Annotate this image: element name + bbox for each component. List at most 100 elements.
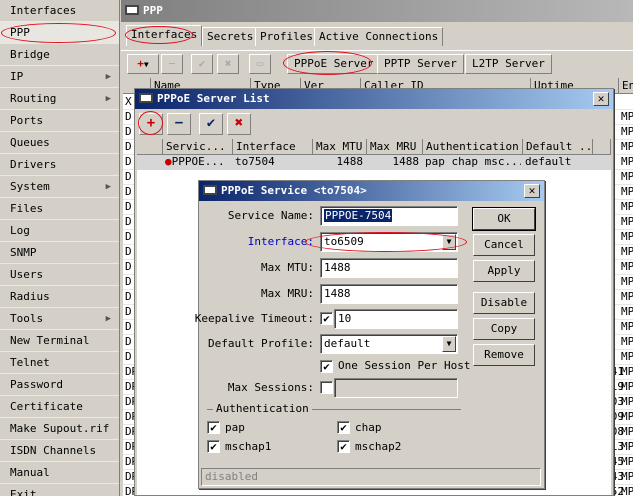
row-en: MP [621, 260, 633, 273]
pap-checkbox[interactable]: ✔ [207, 421, 220, 434]
max-mru-cell: 1488 [392, 155, 420, 168]
row-en: MP [621, 155, 633, 168]
keepalive-checkbox[interactable]: ✔ [320, 312, 333, 325]
sidebar-item-users[interactable]: Users [0, 264, 119, 286]
table-header: Servic... Interface Max MTU Max MRU Auth… [137, 139, 611, 155]
chap-checkbox[interactable]: ✔ [337, 421, 350, 434]
add-button[interactable]: +▼ [127, 54, 159, 74]
column-header-authentication[interactable]: Authentication [423, 139, 523, 155]
row-flag: D [125, 245, 132, 258]
ppp-titlebar[interactable]: PPP [121, 0, 633, 22]
max-sessions-checkbox[interactable] [320, 381, 333, 394]
sidebar-item-ppp[interactable]: PPP [0, 22, 119, 44]
column-header-max-mru[interactable]: Max MRU [367, 139, 423, 155]
sidebar-item-new-terminal[interactable]: New Terminal [0, 330, 119, 352]
remove-server-button[interactable]: − [167, 113, 191, 135]
copy-button[interactable]: Copy [473, 318, 535, 340]
enable-button[interactable]: ✔ [191, 54, 213, 74]
ok-button[interactable]: OK [472, 207, 536, 231]
close-button[interactable]: ✕ [524, 184, 540, 198]
sidebar-item-certificate[interactable]: Certificate [0, 396, 119, 418]
sidebar-item-label: Users [10, 268, 44, 281]
sidebar-item-make-supout[interactable]: Make Supout.rif [0, 418, 119, 440]
dropdown-arrow-icon: ▼ [143, 60, 149, 69]
default-profile-label: Default Profile: [208, 337, 314, 350]
sidebar-item-manual[interactable]: Manual [0, 462, 119, 484]
apply-button[interactable]: Apply [473, 260, 535, 282]
sidebar-item-drivers[interactable]: Drivers [0, 154, 119, 176]
add-server-button[interactable]: + [139, 113, 163, 135]
sidebar-item-isdn-channels[interactable]: ISDN Channels [0, 440, 119, 462]
close-button[interactable]: ✕ [593, 92, 609, 106]
comment-icon: ▭ [256, 57, 264, 70]
sidebar-item-label: Files [10, 202, 44, 215]
row-flag: D [125, 215, 132, 228]
interface-label: Interface: [247, 235, 314, 248]
sidebar-item-system[interactable]: System ▶ [0, 176, 119, 198]
tab-active-connections[interactable]: Active Connections [314, 27, 444, 46]
service-dialog-titlebar[interactable]: PPPoE Service <to7504> ✕ [199, 181, 544, 201]
max-mtu-field[interactable]: 1488 [320, 258, 458, 278]
remove-button[interactable]: Remove [473, 344, 535, 366]
default-profile-select[interactable]: default ▼ [320, 334, 458, 354]
disable-button[interactable]: Disable [473, 292, 535, 314]
one-session-checkbox[interactable]: ✔ [320, 360, 333, 373]
disable-server-button[interactable]: ✖ [227, 113, 251, 135]
max-sessions-field[interactable] [334, 378, 458, 398]
tab-profiles[interactable]: Profiles [255, 27, 318, 46]
keepalive-timeout-label: Keepalive Timeout: [194, 312, 314, 325]
column-header-max-mtu[interactable]: Max MTU [313, 139, 367, 155]
column-header-interface[interactable]: Interface [233, 139, 313, 155]
sidebar-item-interfaces[interactable]: Interfaces [0, 0, 119, 22]
mschap2-checkbox[interactable]: ✔ [337, 440, 350, 453]
tab-secrets[interactable]: Secrets [202, 27, 259, 46]
sidebar-item-password[interactable]: Password [0, 374, 119, 396]
remove-button[interactable]: − [161, 54, 183, 74]
cancel-button[interactable]: Cancel [473, 234, 535, 256]
pppoe-server-button[interactable]: PPPoE Server [287, 54, 381, 74]
mschap1-checkbox[interactable]: ✔ [207, 440, 220, 453]
dialog-title: PPPoE Service <to7504> [221, 184, 367, 197]
sidebar-item-files[interactable]: Files [0, 198, 119, 220]
sidebar-item-ip[interactable]: IP ▶ [0, 66, 119, 88]
column-header-default-profile[interactable]: Default ... [523, 139, 593, 155]
keepalive-timeout-field[interactable]: 10 [334, 309, 458, 329]
chevron-down-icon[interactable]: ▼ [442, 234, 456, 250]
sidebar-item-log[interactable]: Log [0, 220, 119, 242]
max-sessions-label: Max Sessions: [227, 381, 314, 394]
table-row[interactable]: ●PPPOE... to7504 1488 1488 pap chap msc.… [137, 155, 611, 170]
row-en: MP [621, 290, 633, 303]
column-header-service[interactable]: Servic... [163, 139, 233, 155]
minus-icon: − [168, 57, 176, 70]
column-header-flags[interactable] [137, 139, 163, 155]
row-flag: D [125, 350, 132, 363]
max-mru-field[interactable]: 1488 [320, 284, 458, 304]
sidebar-item-label: PPP [10, 26, 30, 39]
column-header-en[interactable]: En [619, 78, 633, 94]
sidebar-item-label: Bridge [10, 48, 50, 61]
sidebar-item-radius[interactable]: Radius [0, 286, 119, 308]
service-name-field[interactable]: PPPOE-7504 [320, 206, 458, 226]
sidebar-item-ports[interactable]: Ports [0, 110, 119, 132]
row-flag: D [125, 290, 132, 303]
sidebar-item-exit[interactable]: Exit [0, 484, 119, 496]
cross-icon: ✖ [224, 57, 232, 70]
tab-interfaces[interactable]: Interfaces [126, 25, 203, 46]
comment-button[interactable]: ▭ [249, 54, 271, 74]
sidebar-item-label: IP [10, 70, 24, 83]
sidebar-item-tools[interactable]: Tools ▶ [0, 308, 119, 330]
sidebar-item-bridge[interactable]: Bridge [0, 44, 119, 66]
sidebar-item-snmp[interactable]: SNMP [0, 242, 119, 264]
pptp-server-button[interactable]: PPTP Server [377, 54, 464, 74]
sidebar-item-telnet[interactable]: Telnet [0, 352, 119, 374]
disable-button[interactable]: ✖ [217, 54, 239, 74]
sidebar-item-queues[interactable]: Queues [0, 132, 119, 154]
chevron-down-icon[interactable]: ▼ [442, 336, 456, 352]
interface-select[interactable]: to6509 ▼ [320, 232, 458, 252]
enable-server-button[interactable]: ✔ [199, 113, 223, 135]
window-icon [139, 93, 153, 103]
sidebar-item-routing[interactable]: Routing ▶ [0, 88, 119, 110]
sidebar-item-label: Interfaces [10, 4, 77, 17]
l2tp-server-button[interactable]: L2TP Server [465, 54, 552, 74]
server-list-titlebar[interactable]: PPPoE Server List ✕ [135, 89, 613, 109]
